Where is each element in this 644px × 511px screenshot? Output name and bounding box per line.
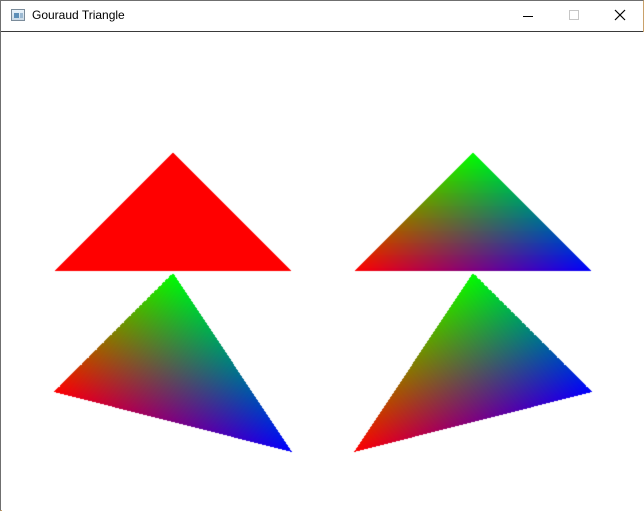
app-window: Gouraud Triangle — [0, 0, 644, 511]
close-button[interactable] — [597, 1, 643, 31]
maximize-icon — [569, 10, 579, 20]
render-canvas-area — [2, 32, 644, 511]
title-bar[interactable]: Gouraud Triangle — [1, 1, 643, 32]
gouraud-render-canvas — [2, 32, 644, 511]
window-title: Gouraud Triangle — [32, 8, 125, 22]
minimize-button[interactable] — [505, 1, 551, 31]
app-window-icon[interactable] — [11, 9, 25, 21]
close-icon — [614, 9, 626, 21]
maximize-button[interactable] — [551, 1, 597, 31]
minimize-icon — [523, 16, 533, 17]
